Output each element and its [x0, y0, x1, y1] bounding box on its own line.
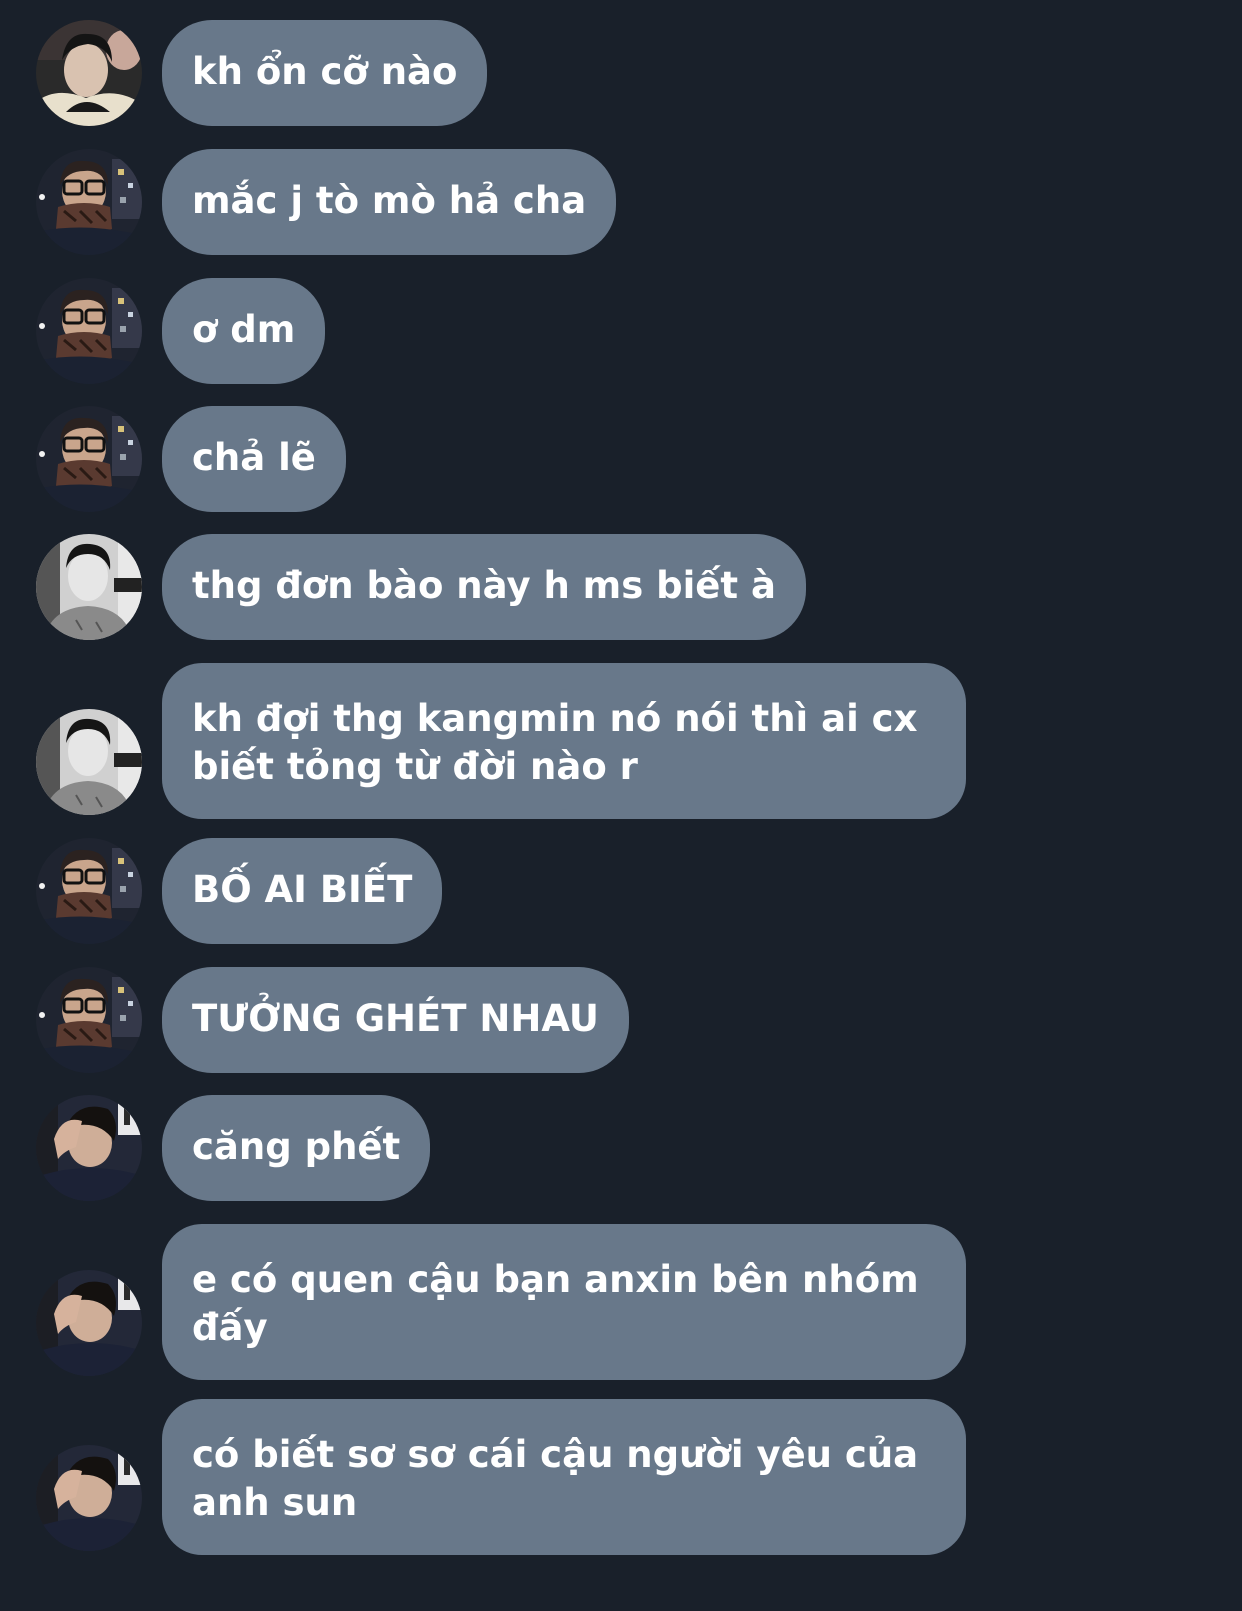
message-row: mắc j tò mò hả cha	[0, 149, 1242, 255]
avatar[interactable]	[36, 709, 142, 815]
chat-thread: kh ổn cỡ nào mắc j tò mò hả cha ơ dm chả…	[0, 0, 1242, 1611]
avatar[interactable]	[36, 1270, 142, 1376]
avatar[interactable]	[36, 838, 142, 944]
message-row: e có quen cậu bạn anxin bên nhóm đấy	[0, 1224, 1242, 1380]
avatar[interactable]	[36, 406, 142, 512]
message-bubble[interactable]: chả lẽ	[162, 406, 346, 512]
avatar[interactable]	[36, 534, 142, 640]
message-row: chả lẽ	[0, 406, 1242, 512]
message-row: kh đợi thg kangmin nó nói thì ai cx biết…	[0, 663, 1242, 819]
message-bubble[interactable]: ơ dm	[162, 278, 326, 384]
message-bubble[interactable]: BỐ AI BIẾT	[162, 838, 443, 944]
message-row: kh ổn cỡ nào	[0, 20, 1242, 126]
message-row: có biết sơ sơ cái cậu người yêu của anh …	[0, 1399, 1242, 1555]
message-bubble[interactable]: e có quen cậu bạn anxin bên nhóm đấy	[162, 1224, 966, 1380]
message-row: TƯỞNG GHÉT NHAU	[0, 967, 1242, 1073]
message-bubble[interactable]: căng phết	[162, 1095, 431, 1201]
message-row: ơ dm	[0, 278, 1242, 384]
message-bubble[interactable]: kh ổn cỡ nào	[162, 20, 488, 126]
avatar[interactable]	[36, 278, 142, 384]
message-line: đấy	[192, 1306, 268, 1349]
message-bubble[interactable]: thg đơn bào này h ms biết à	[162, 534, 806, 640]
message-row: căng phết	[0, 1095, 1242, 1201]
message-line: biết tỏng từ đời nào r	[192, 745, 638, 788]
message-bubble[interactable]: TƯỞNG GHÉT NHAU	[162, 967, 629, 1073]
message-line: anh sun	[192, 1481, 358, 1524]
message-row: thg đơn bào này h ms biết à	[0, 534, 1242, 640]
message-bubble[interactable]: có biết sơ sơ cái cậu người yêu của anh …	[162, 1399, 966, 1555]
message-line: e có quen cậu bạn anxin bên nhóm	[192, 1258, 919, 1301]
message-row: BỐ AI BIẾT	[0, 838, 1242, 944]
avatar[interactable]	[36, 1445, 142, 1551]
message-line: kh đợi thg kangmin nó nói thì ai cx	[192, 697, 918, 740]
avatar[interactable]	[36, 1095, 142, 1201]
message-bubble[interactable]: kh đợi thg kangmin nó nói thì ai cx biết…	[162, 663, 966, 819]
message-bubble[interactable]: mắc j tò mò hả cha	[162, 149, 617, 255]
avatar[interactable]	[36, 967, 142, 1073]
message-line: có biết sơ sơ cái cậu người yêu của	[192, 1433, 919, 1476]
avatar[interactable]	[36, 20, 142, 126]
avatar[interactable]	[36, 149, 142, 255]
